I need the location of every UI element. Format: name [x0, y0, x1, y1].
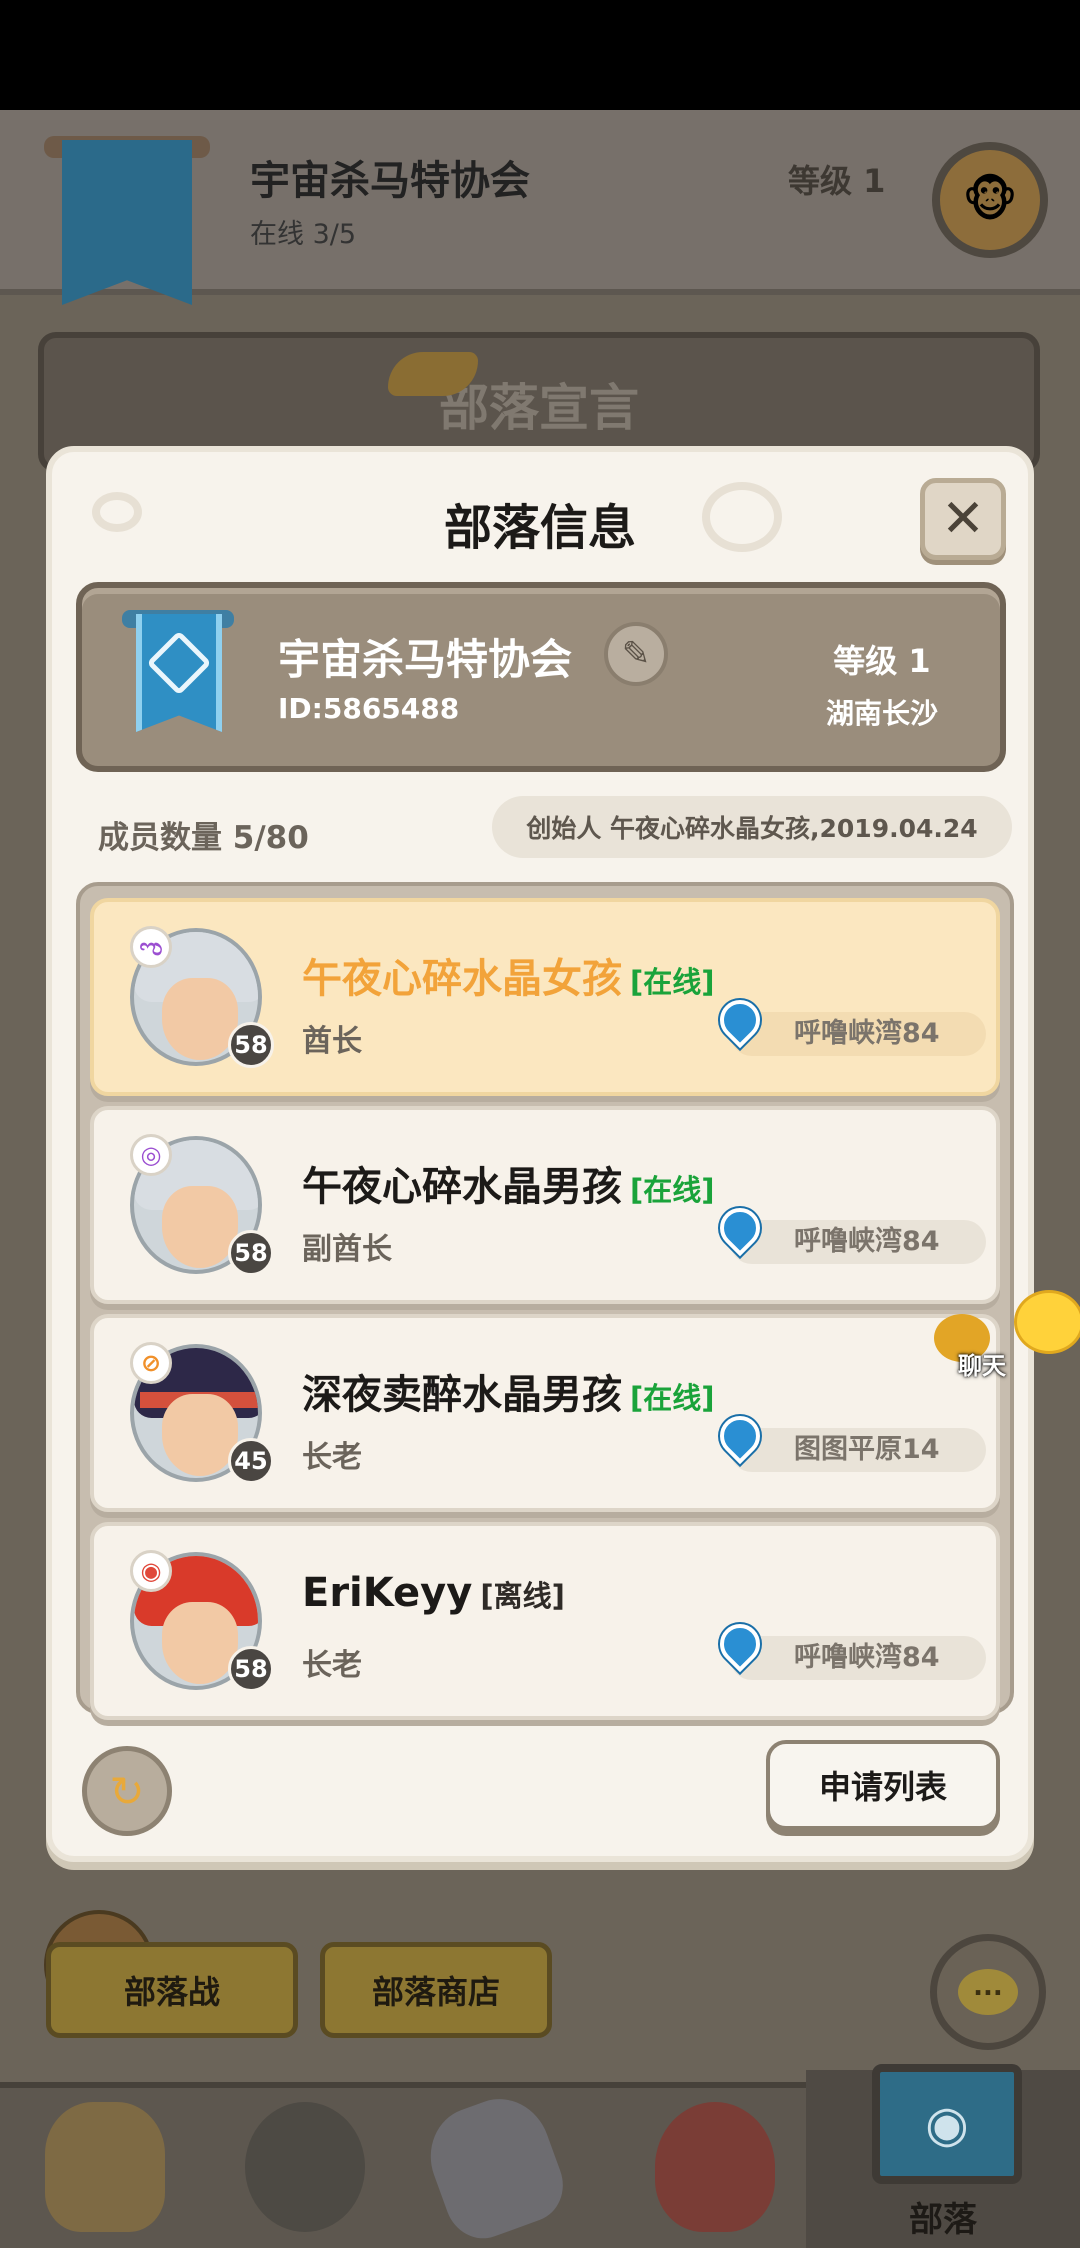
refresh-icon: ↻: [109, 1766, 145, 1816]
member-name: 午夜心碎水晶男孩 [在线]: [302, 1164, 715, 1210]
member-location: 图图平原14: [730, 1428, 986, 1472]
tribe-banner-icon: [62, 140, 192, 305]
status-bar: [0, 0, 1080, 110]
member-role: 长老: [302, 1648, 362, 1683]
status-badge: [在线]: [630, 1381, 715, 1415]
edit-name-button[interactable]: ✎: [604, 622, 668, 686]
location-pin-icon: [711, 991, 769, 1050]
refresh-button[interactable]: ↻: [82, 1746, 172, 1836]
swirl-icon: ◎: [130, 1134, 172, 1176]
tab-pet[interactable]: [640, 2092, 790, 2242]
monkey-icon: 🐵: [962, 172, 1018, 228]
member-location: 呼噜峡湾84: [730, 1220, 986, 1264]
founder-info: 创始人 午夜心碎水晶女孩,2019.04.24: [492, 796, 1012, 858]
tribe-name: 宇宙杀马特协会: [278, 635, 573, 684]
tab-battle[interactable]: [416, 2085, 574, 2248]
smiley-icon: [1014, 1290, 1080, 1354]
member-count: 成员数量 5/80: [98, 820, 309, 856]
tribe-summary-card: 宇宙杀马特协会 ✎ ID:5865488 等级 1 湖南长沙: [76, 582, 1006, 772]
apply-list-button[interactable]: 申请列表: [766, 1740, 1000, 1830]
header-tribe-name: 宇宙杀马特协会: [250, 158, 530, 204]
dialog-title: 部落信息: [443, 500, 636, 556]
close-icon: ✕: [941, 489, 985, 549]
tribe-id: ID:5865488: [278, 692, 460, 725]
member-location: 呼噜峡湾84: [730, 1012, 986, 1056]
tab-hero[interactable]: [230, 2092, 380, 2242]
list-item[interactable]: ◎ 58 午夜心碎水晶男孩 [在线] 副酋长 呼噜峡湾84: [90, 1106, 1000, 1304]
chat-button[interactable]: ...: [930, 1934, 1046, 2050]
level-badge: 58: [228, 1646, 274, 1692]
sword-tab-icon: [416, 2085, 574, 2248]
location-pin-icon: [711, 1615, 769, 1674]
warrior-tab-icon: [245, 2102, 365, 2232]
status-badge: [离线]: [480, 1579, 565, 1613]
tribe-level: 等级 1: [833, 642, 931, 680]
list-item[interactable]: ◉ 58 EriKeyy [离线] 长老 呼噜峡湾84: [90, 1522, 1000, 1720]
location-pin-icon: [711, 1199, 769, 1258]
list-item[interactable]: ⊘ 45 深夜卖醉水晶男孩 [在线] 长老 图图平原14: [90, 1314, 1000, 1512]
member-role: 长老: [302, 1440, 362, 1475]
member-role: 副酋长: [302, 1232, 392, 1267]
caveman-tab-icon: [45, 2102, 165, 2232]
ring-icon: ◉: [130, 1550, 172, 1592]
no-entry-icon: ⊘: [130, 1342, 172, 1384]
header-online-count: 在线 3/5: [250, 219, 357, 250]
floating-chat-button[interactable]: 聊天: [934, 1290, 1080, 1390]
player-avatar[interactable]: 🐵: [932, 142, 1048, 258]
spiral-icon: ಌ: [130, 926, 172, 968]
member-list[interactable]: ಌ 58 午夜心碎水晶女孩 [在线] 酋长 呼噜峡湾84 ◎ 58 午夜心碎水晶男…: [76, 882, 1014, 1720]
dinosaur-tab-icon: [655, 2102, 775, 2232]
pencil-icon: ✎: [621, 634, 651, 674]
declaration-title: 部落宣言: [439, 379, 639, 437]
tribe-info-dialog: 部落信息 ✕ 宇宙杀马特协会 ✎ ID:5865488 等级 1 湖南长沙 成员…: [46, 446, 1034, 1862]
chat-bubble-icon: ...: [958, 1969, 1018, 2015]
list-item[interactable]: ಌ 58 午夜心碎水晶女孩 [在线] 酋长 呼噜峡湾84: [90, 898, 1000, 1096]
level-badge: 58: [228, 1230, 274, 1276]
level-badge: 45: [228, 1438, 274, 1484]
status-badge: [在线]: [630, 965, 715, 999]
tribe-region: 湖南长沙: [825, 697, 938, 730]
close-button[interactable]: ✕: [920, 478, 1006, 560]
location-pin-icon: [711, 1407, 769, 1466]
member-location: 呼噜峡湾84: [730, 1636, 986, 1680]
member-name: EriKeyy [离线]: [302, 1570, 565, 1616]
tribe-war-button[interactable]: 部落战: [46, 1942, 298, 2038]
member-name: 午夜心碎水晶女孩 [在线]: [302, 956, 715, 1002]
floating-chat-label: 聊天: [958, 1352, 1006, 1380]
level-badge: 58: [228, 1022, 274, 1068]
tab-tribe-label: 部落: [909, 2200, 977, 2240]
tribe-shop-button[interactable]: 部落商店: [320, 1942, 552, 2038]
member-role: 酋长: [302, 1024, 362, 1059]
tab-character[interactable]: [30, 2092, 180, 2242]
status-badge: [在线]: [630, 1173, 715, 1207]
member-name: 深夜卖醉水晶男孩 [在线]: [302, 1372, 715, 1418]
tribe-tab-icon: ◉: [872, 2064, 1022, 2184]
header-level: 等级 1: [788, 162, 886, 200]
